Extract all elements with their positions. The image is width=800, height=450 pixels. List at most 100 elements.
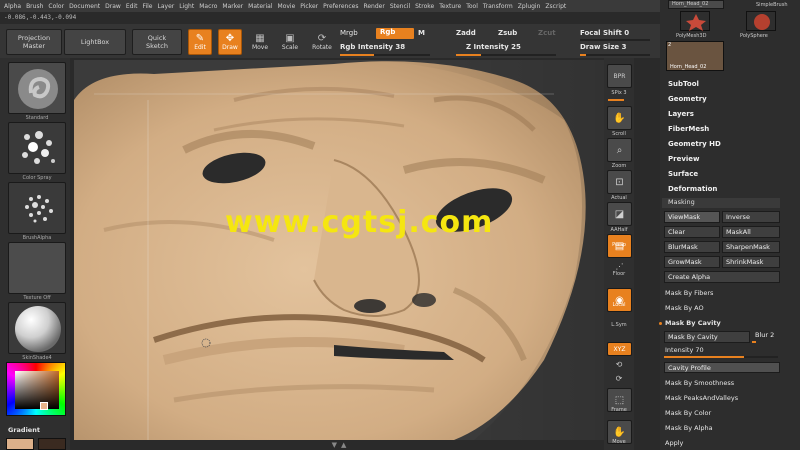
- masking-header[interactable]: Masking: [662, 198, 780, 208]
- menu-zscript[interactable]: Zscript: [545, 3, 566, 10]
- layers-menu[interactable]: Layers: [668, 110, 694, 118]
- m-toggle[interactable]: M: [418, 29, 425, 37]
- quick-sketch-button[interactable]: Quick Sketch: [132, 29, 182, 55]
- spix-label[interactable]: SPix 3: [604, 90, 634, 96]
- canvas-viewport[interactable]: [74, 60, 604, 440]
- rotate-y-icon[interactable]: ⟲: [604, 360, 634, 369]
- apply-header[interactable]: Apply: [662, 436, 780, 449]
- sharpenmask-button[interactable]: SharpenMask: [722, 241, 780, 253]
- menu-draw[interactable]: Draw: [105, 3, 121, 10]
- menu-movie[interactable]: Movie: [278, 3, 296, 10]
- menu-render[interactable]: Render: [363, 3, 384, 10]
- projection-master-button[interactable]: Projection Master: [6, 29, 62, 55]
- preview-menu[interactable]: Preview: [668, 155, 700, 163]
- menu-zplugin[interactable]: Zplugin: [518, 3, 541, 10]
- menu-preferences[interactable]: Preferences: [323, 3, 358, 10]
- gradient-label[interactable]: Gradient: [8, 426, 40, 434]
- mrgb-toggle[interactable]: Mrgb: [340, 29, 358, 37]
- main-color-swatch[interactable]: [6, 438, 34, 450]
- blurmask-button[interactable]: BlurMask: [664, 241, 720, 253]
- bpr-button[interactable]: BPR: [607, 64, 632, 88]
- subtool-menu[interactable]: SubTool: [668, 80, 699, 88]
- rotate-button[interactable]: ⟳ Rotate: [310, 29, 334, 55]
- geometry-hd-menu[interactable]: Geometry HD: [668, 140, 721, 148]
- rgb-intensity-slider[interactable]: Rgb Intensity 38: [340, 43, 405, 51]
- clear-button[interactable]: Clear: [664, 226, 720, 238]
- growmask-button[interactable]: GrowMask: [664, 256, 720, 268]
- menu-brush[interactable]: Brush: [26, 3, 43, 10]
- mask-by-cavity-button[interactable]: Mask By Cavity: [664, 331, 750, 343]
- texture-thumb[interactable]: [8, 242, 66, 294]
- menu-picker[interactable]: Picker: [300, 3, 318, 10]
- intensity-slider[interactable]: Intensity 70: [662, 343, 780, 356]
- stroke-thumb-color-spray[interactable]: [8, 122, 66, 174]
- geometry-menu[interactable]: Geometry: [668, 95, 707, 103]
- polysphere-thumb[interactable]: [746, 11, 776, 31]
- mask-by-fibers-header[interactable]: Mask By Fibers: [662, 286, 780, 299]
- aahalf-button[interactable]: ◪: [607, 202, 632, 226]
- draw-size-slider[interactable]: Draw Size 3: [580, 43, 626, 51]
- menu-color[interactable]: Color: [48, 3, 64, 10]
- zoom-button[interactable]: ⌕: [607, 138, 632, 162]
- secondary-color-swatch[interactable]: [38, 438, 66, 450]
- menu-marker[interactable]: Marker: [222, 3, 243, 10]
- zcut-toggle[interactable]: Zcut: [538, 29, 556, 37]
- edit-button[interactable]: ✎ Edit: [188, 29, 212, 55]
- menu-transform[interactable]: Transform: [483, 3, 513, 10]
- lsym-label[interactable]: L.Sym: [604, 322, 634, 328]
- menu-material[interactable]: Material: [248, 3, 272, 10]
- z-intensity-slider[interactable]: Z Intensity 25: [466, 43, 521, 51]
- polymesh3d-thumb[interactable]: [680, 11, 710, 31]
- create-alpha-button[interactable]: Create Alpha: [664, 271, 780, 283]
- menu-document[interactable]: Document: [69, 3, 100, 10]
- menu-stencil[interactable]: Stencil: [390, 3, 410, 10]
- focal-shift-slider[interactable]: Focal Shift 0: [580, 29, 629, 37]
- deformation-menu[interactable]: Deformation: [668, 185, 717, 193]
- draw-size-track[interactable]: [580, 54, 650, 56]
- mask-by-ao-header[interactable]: Mask By AO: [662, 301, 780, 314]
- draw-button[interactable]: ✥ Draw: [218, 29, 242, 55]
- mask-by-smoothness-header[interactable]: Mask By Smoothness: [662, 376, 780, 389]
- actual-button[interactable]: ⊡: [607, 170, 632, 194]
- menu-edit[interactable]: Edit: [126, 3, 138, 10]
- scroll-button[interactable]: ✋: [607, 106, 632, 130]
- local-button[interactable]: ◉: [607, 288, 632, 312]
- menu-alpha[interactable]: Alpha: [4, 3, 21, 10]
- collapse-up-icon[interactable]: ▲: [341, 441, 346, 449]
- mask-by-cavity-header[interactable]: Mask By Cavity: [662, 316, 780, 329]
- rgb-toggle[interactable]: Rgb: [376, 28, 414, 39]
- menu-tool[interactable]: Tool: [466, 3, 478, 10]
- material-thumb[interactable]: [8, 302, 66, 354]
- scale-button[interactable]: ▣ Scale: [280, 29, 300, 55]
- inverse-button[interactable]: Inverse: [722, 211, 780, 223]
- mask-peaks-valleys-header[interactable]: Mask PeaksAndValleys: [662, 391, 780, 404]
- menu-light[interactable]: Light: [179, 3, 194, 10]
- cavity-profile-button[interactable]: Cavity Profile: [664, 362, 780, 373]
- focal-shift-track[interactable]: [580, 39, 650, 41]
- color-picker-square[interactable]: [15, 371, 59, 409]
- maskall-button[interactable]: MaskAll: [722, 226, 780, 238]
- alpha-thumb[interactable]: [8, 182, 66, 234]
- lightbox-button[interactable]: LightBox: [64, 29, 126, 55]
- move-button[interactable]: ▦ Move: [250, 29, 270, 55]
- shrinkmask-button[interactable]: ShrinkMask: [722, 256, 780, 268]
- brush-thumb-standard[interactable]: [8, 62, 66, 114]
- color-picker[interactable]: [6, 362, 66, 416]
- menu-texture[interactable]: Texture: [439, 3, 461, 10]
- menu-stroke[interactable]: Stroke: [415, 3, 434, 10]
- viewmask-button[interactable]: ViewMask: [664, 211, 720, 223]
- menu-file[interactable]: File: [142, 3, 152, 10]
- cursor-coordinates: -0.086,-0.443,-0.094: [4, 14, 77, 21]
- fibermesh-menu[interactable]: FiberMesh: [668, 125, 709, 133]
- mask-by-color-header[interactable]: Mask By Color: [662, 406, 780, 419]
- menu-macro[interactable]: Macro: [199, 3, 217, 10]
- blur-slider[interactable]: Blur 2: [752, 329, 780, 341]
- zsub-toggle[interactable]: Zsub: [498, 29, 517, 37]
- mask-by-alpha-header[interactable]: Mask By Alpha: [662, 421, 780, 434]
- rotate-z-icon[interactable]: ⟳: [604, 374, 634, 383]
- surface-menu[interactable]: Surface: [668, 170, 698, 178]
- collapse-down-icon[interactable]: ▼: [332, 441, 337, 449]
- zadd-toggle[interactable]: Zadd: [456, 29, 476, 37]
- xyz-button[interactable]: XYZ: [607, 342, 632, 356]
- menu-layer[interactable]: Layer: [158, 3, 175, 10]
